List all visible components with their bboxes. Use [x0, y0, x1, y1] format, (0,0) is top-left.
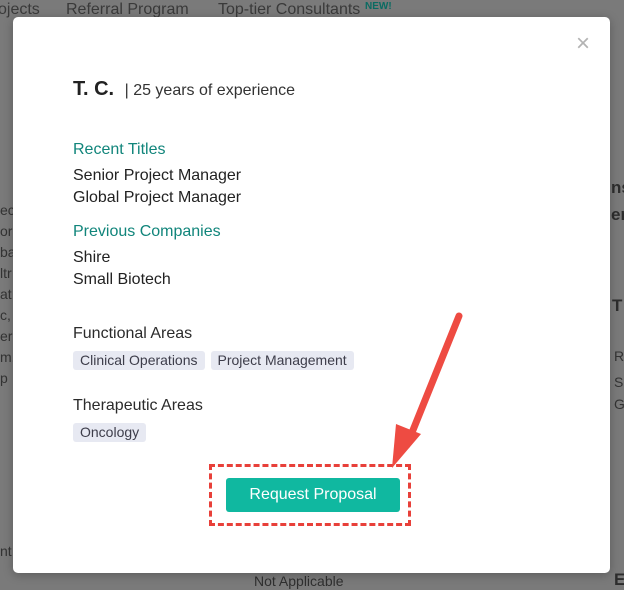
functional-areas-tags: Clinical Operations Project Management — [73, 351, 354, 370]
consultant-header: T. C. | 25 years of experience — [73, 78, 295, 101]
previous-company-item: Small Biotech — [73, 271, 171, 288]
consultant-name: T. C. — [73, 78, 115, 100]
annotation-highlight-box: Request Proposal — [209, 464, 411, 526]
background-right-small-3: G — [614, 396, 624, 412]
request-proposal-button[interactable]: Request Proposal — [226, 478, 400, 512]
tag-functional-area: Clinical Operations — [73, 351, 205, 370]
background-bottom-text: Not Applicable — [254, 573, 344, 589]
previous-companies-label: Previous Companies — [73, 223, 221, 240]
recent-title-item: Senior Project Manager — [73, 167, 242, 184]
background-right-text-2: er — [611, 205, 624, 224]
new-badge: NEW! — [365, 1, 392, 12]
therapeutic-areas-tags: Oncology — [73, 423, 147, 442]
previous-company-item: Shire — [73, 249, 111, 266]
background-right-small-1: R — [614, 348, 624, 364]
experience-text: 25 years of experience — [133, 82, 296, 99]
recent-title-item: Global Project Manager — [73, 189, 242, 206]
close-icon[interactable]: × — [572, 32, 594, 56]
background-nav: ojects Referral Program Top-tier Consult… — [0, 0, 624, 18]
background-right-small-2: S — [614, 374, 624, 390]
functional-areas-label: Functional Areas — [73, 325, 193, 342]
background-right-t: T — [612, 296, 623, 315]
background-left-bottom: nt — [0, 543, 12, 559]
header-separator: | — [124, 82, 129, 99]
recent-titles-label: Recent Titles — [73, 141, 166, 158]
background-bottom-right: E — [614, 570, 624, 589]
background-right-text-1: ns — [611, 178, 624, 197]
tag-functional-area: Project Management — [210, 351, 354, 370]
tag-therapeutic-area: Oncology — [73, 423, 147, 442]
consultant-modal: × T. C. | 25 years of experience Recent … — [13, 17, 610, 573]
therapeutic-areas-label: Therapeutic Areas — [73, 397, 203, 414]
